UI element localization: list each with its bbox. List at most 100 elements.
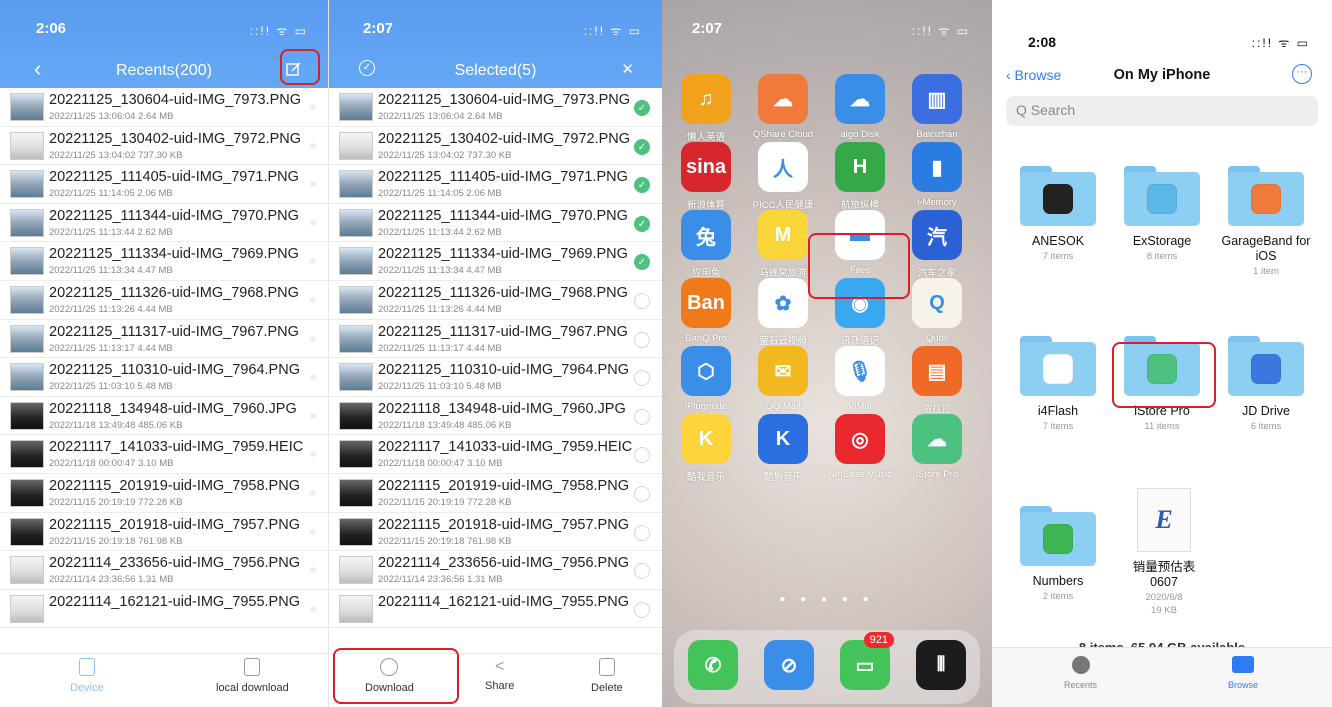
select-checkbox[interactable]	[310, 296, 316, 303]
list-item[interactable]: 20221125_130604-uid-IMG_7973.PNG 2022/11/…	[0, 88, 328, 127]
select-checkbox[interactable]	[634, 485, 650, 502]
dock-app-0[interactable]: ✆	[678, 640, 748, 690]
app-icon-1[interactable]: ☁ QShare Cloud	[748, 74, 818, 140]
select-checkbox[interactable]	[310, 528, 316, 535]
more-button[interactable]: ···	[1292, 64, 1312, 84]
app-icon-16[interactable]: ⬡ iPlugmate	[671, 346, 741, 412]
list-item[interactable]: 20221125_110310-uid-IMG_7964.PNG 2022/11/…	[329, 358, 662, 397]
folder-item[interactable]: ExStorage 8 items	[1114, 166, 1210, 262]
dock-app-1[interactable]: ⊘	[754, 640, 824, 690]
close-button[interactable]: ✕	[621, 60, 634, 78]
app-icon-22[interactable]: ◎ NetEase Music	[825, 414, 895, 480]
select-checkbox[interactable]	[310, 374, 316, 381]
share-button[interactable]: < Share	[485, 658, 514, 692]
list-item[interactable]: 20221125_110310-uid-IMG_7964.PNG 2022/11/…	[0, 358, 328, 397]
folder-app-icon	[1043, 184, 1073, 214]
select-checkbox[interactable]	[634, 524, 650, 541]
select-checkbox[interactable]	[634, 370, 650, 387]
list-item[interactable]: 20221117_141033-uid-IMG_7959.HEIC 2022/11…	[0, 435, 328, 474]
select-checkbox[interactable]: ✓	[634, 215, 650, 232]
document-item[interactable]: E 销量预估表 0607 2020/6/8 19 KB	[1116, 488, 1212, 616]
select-checkbox[interactable]	[634, 408, 650, 425]
select-checkbox[interactable]: ✓	[634, 254, 650, 271]
app-icon-19[interactable]: ▤ 货拉拉	[902, 346, 972, 415]
select-checkbox[interactable]: ✓	[634, 138, 650, 155]
app-icon-20[interactable]: K 酷我音乐	[671, 414, 741, 483]
list-item[interactable]: 20221114_162121-uid-IMG_7955.PNG	[0, 590, 328, 629]
select-checkbox[interactable]	[310, 451, 316, 458]
select-checkbox[interactable]: ✓	[634, 177, 650, 194]
app-icon-6[interactable]: H 航旅纵横	[825, 142, 895, 211]
list-item[interactable]: 20221115_201918-uid-IMG_7957.PNG 2022/11/…	[0, 513, 328, 552]
select-checkbox[interactable]	[634, 601, 650, 618]
app-icon-0[interactable]: ♫ 懒人英语	[671, 74, 741, 143]
list-item[interactable]: 20221125_130604-uid-IMG_7973.PNG 2022/11/…	[329, 88, 662, 127]
dock-app-3[interactable]: ⦀	[906, 640, 976, 690]
app-icon-7[interactable]: ▮ i-Memory	[902, 142, 972, 208]
tab-recents[interactable]: Recents	[1064, 656, 1097, 690]
list-item[interactable]: 20221125_111317-uid-IMG_7967.PNG 2022/11/…	[0, 320, 328, 359]
list-item[interactable]: 20221125_130402-uid-IMG_7972.PNG 2022/11/…	[329, 127, 662, 166]
delete-button[interactable]: Delete	[591, 658, 623, 694]
list-item[interactable]: 20221118_134948-uid-IMG_7960.JPG 2022/11/…	[329, 397, 662, 436]
select-checkbox[interactable]	[310, 605, 316, 612]
select-checkbox[interactable]	[310, 567, 316, 574]
app-icon-5[interactable]: 人 PICC人民健康	[748, 142, 818, 211]
list-item[interactable]: 20221125_111344-uid-IMG_7970.PNG 2022/11/…	[329, 204, 662, 243]
select-checkbox[interactable]	[310, 335, 316, 342]
app-icon-11[interactable]: 汽汽车之家	[902, 210, 972, 279]
app-icon-15[interactable]: Q Qubii	[902, 278, 972, 344]
list-item[interactable]: 20221118_134948-uid-IMG_7960.JPG 2022/11/…	[0, 397, 328, 436]
app-icon-18[interactable]: 🎙 ViMai	[825, 346, 895, 412]
app-icon-4[interactable]: sina 新浪体育	[671, 142, 741, 211]
local-download-tab[interactable]: local download	[216, 658, 289, 694]
select-checkbox[interactable]	[634, 447, 650, 464]
select-checkbox[interactable]: ✓	[634, 100, 650, 116]
list-item[interactable]: 20221125_111317-uid-IMG_7967.PNG 2022/11/…	[329, 320, 662, 359]
list-item[interactable]: 20221125_111405-uid-IMG_7971.PNG 2022/11/…	[0, 165, 328, 204]
list-item[interactable]: 20221125_111326-uid-IMG_7968.PNG 2022/11/…	[329, 281, 662, 320]
list-item[interactable]: 20221114_233656-uid-IMG_7956.PNG 2022/11/…	[329, 551, 662, 590]
device-tab[interactable]: Device	[70, 658, 104, 694]
app-icon-17[interactable]: ✉ QQ Mail	[748, 346, 818, 412]
select-checkbox[interactable]	[634, 563, 650, 580]
list-item[interactable]: 20221125_111405-uid-IMG_7971.PNG 2022/11/…	[329, 165, 662, 204]
app-icon-2[interactable]: ☁ aigo Disk	[825, 74, 895, 140]
app-icon-3[interactable]: ▥ Baicizhan	[902, 74, 972, 140]
list-item[interactable]: 20221125_111334-uid-IMG_7969.PNG 2022/11/…	[0, 242, 328, 281]
select-checkbox[interactable]	[310, 258, 316, 265]
app-icon-8[interactable]: 兔应用兔	[671, 210, 741, 279]
dock-app-2[interactable]: ▭ 921	[830, 632, 900, 690]
select-checkbox[interactable]	[310, 219, 316, 226]
select-checkbox[interactable]	[310, 142, 316, 149]
search-input[interactable]: Q Search	[1006, 96, 1318, 126]
folder-item[interactable]: Numbers 2 items	[1010, 506, 1106, 602]
select-checkbox[interactable]	[310, 489, 316, 496]
folder-item[interactable]: GarageBand for iOS 1 item	[1218, 166, 1314, 277]
folder-item[interactable]: i4Flash 7 items	[1010, 336, 1106, 432]
app-icon-23[interactable]: ☁ iStore Pro	[902, 414, 972, 480]
list-item[interactable]: 20221125_111344-uid-IMG_7970.PNG 2022/11/…	[0, 204, 328, 243]
list-item[interactable]: 20221125_111326-uid-IMG_7968.PNG 2022/11/…	[0, 281, 328, 320]
folder-item[interactable]: ANESOK 7 items	[1010, 166, 1106, 262]
list-item[interactable]: 20221115_201919-uid-IMG_7958.PNG 2022/11/…	[0, 474, 328, 513]
list-item[interactable]: 20221115_201919-uid-IMG_7958.PNG 2022/11/…	[329, 474, 662, 513]
list-item[interactable]: 20221117_141033-uid-IMG_7959.HEIC 2022/11…	[329, 435, 662, 474]
list-item[interactable]: 20221125_111334-uid-IMG_7969.PNG 2022/11/…	[329, 242, 662, 281]
select-checkbox[interactable]	[634, 292, 650, 309]
list-item[interactable]: 20221114_233656-uid-IMG_7956.PNG 2022/11/…	[0, 551, 328, 590]
list-item[interactable]: 20221114_162121-uid-IMG_7955.PNG	[329, 590, 662, 629]
recents-header: 2:06 ::!! ᯤ ▭ ‹ Recents(200)	[0, 0, 328, 88]
list-item[interactable]: 20221125_130402-uid-IMG_7972.PNG 2022/11/…	[0, 127, 328, 166]
tab-browse[interactable]: Browse	[1228, 656, 1258, 690]
file-meta: 2022/11/25 11:13:17 4.44 MB	[378, 342, 502, 354]
list-item[interactable]: 20221115_201918-uid-IMG_7957.PNG 2022/11/…	[329, 513, 662, 552]
app-glyph-icon: K	[758, 414, 808, 464]
select-checkbox[interactable]	[310, 181, 316, 188]
select-checkbox[interactable]	[634, 331, 650, 348]
folder-item[interactable]: JD Drive 6 items	[1218, 336, 1314, 432]
app-icon-12[interactable]: Ban BanQ Pro	[671, 278, 741, 344]
app-icon-21[interactable]: K 酷狗音乐	[748, 414, 818, 483]
select-checkbox[interactable]	[310, 104, 316, 110]
select-checkbox[interactable]	[310, 412, 316, 419]
